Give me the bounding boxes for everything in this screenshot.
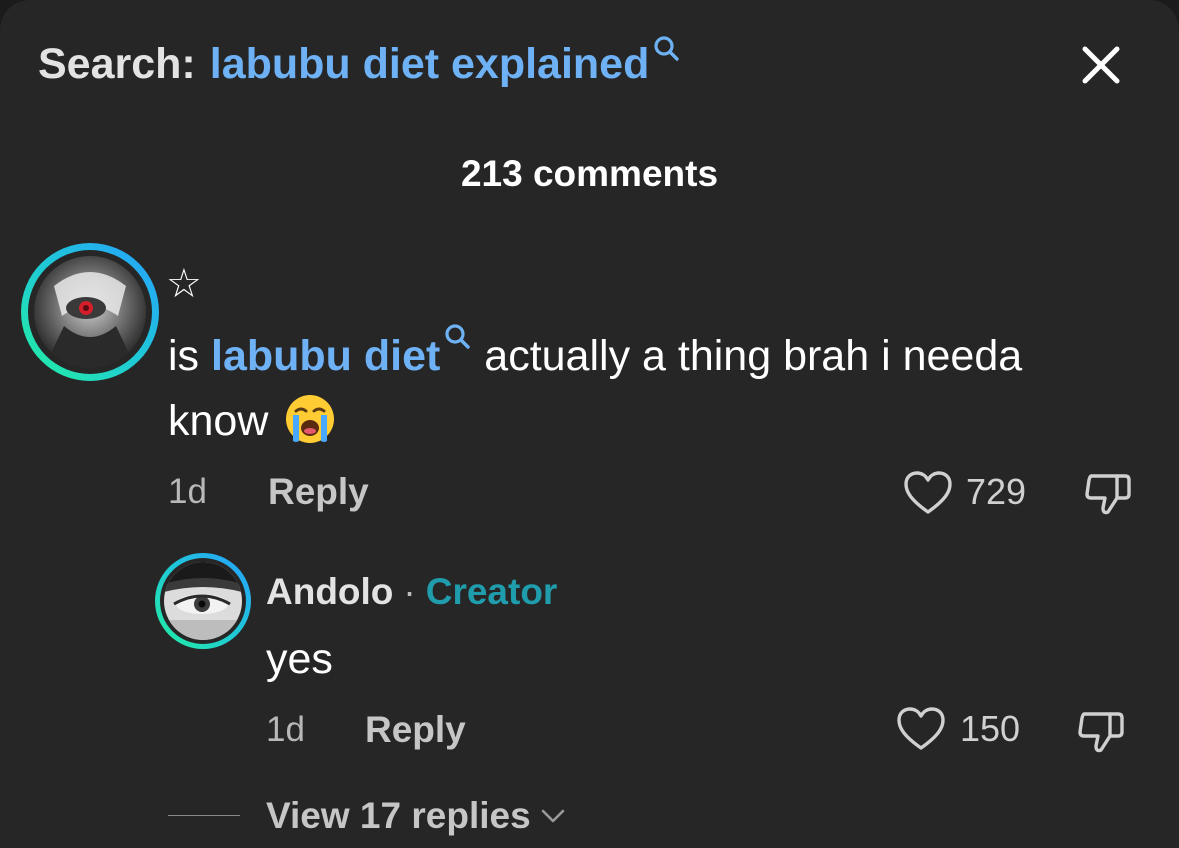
comments-count: 213 comments [460, 153, 719, 194]
dislike-icon[interactable] [1076, 706, 1126, 756]
view-replies-button[interactable]: View 17 replies [266, 794, 567, 838]
comment-username[interactable]: ☆ [166, 262, 202, 306]
comment-text-prefix: is [168, 332, 211, 380]
close-icon[interactable] [1074, 38, 1128, 92]
comment-timestamp: 1d [168, 472, 207, 511]
reply-author-name[interactable]: Andolo [266, 571, 393, 612]
reply-text: yes [266, 635, 333, 683]
creator-avatar-image [164, 562, 242, 640]
comments-sheet: Search: labubu diet explained 213 commen… [0, 0, 1179, 848]
like-count: 729 [966, 471, 1027, 512]
reply-like-count: 150 [960, 708, 1021, 749]
loudly-crying-face-icon [286, 395, 335, 443]
creator-avatar[interactable] [155, 553, 251, 649]
heart-icon[interactable] [896, 706, 946, 752]
search-icon [445, 324, 471, 349]
dislike-icon[interactable] [1083, 468, 1133, 518]
divider-line [168, 815, 240, 816]
heart-icon[interactable] [903, 470, 953, 516]
reply-author-line: Andolo · Creator [266, 570, 557, 614]
search-query-link[interactable]: labubu diet explained [210, 36, 650, 92]
separator-dot: · [403, 571, 416, 612]
comment-text-word: know [168, 397, 269, 445]
search-icon [654, 36, 680, 61]
reply-timestamp: 1d [266, 710, 305, 749]
search-header[interactable]: Search: labubu diet explained [38, 36, 681, 92]
creator-badge: Creator [425, 571, 558, 612]
comment-search-link[interactable]: labubu diet [211, 332, 440, 380]
reply-reply-button[interactable]: Reply [365, 710, 466, 750]
comment-text-line1: is labubu diet actually a thing brah i n… [168, 322, 1022, 389]
chevron-down-icon [541, 809, 564, 823]
comment-text-suffix: actually a thing brah i needa [472, 332, 1023, 380]
avatar[interactable] [21, 243, 159, 381]
search-prefix-label: Search: [38, 40, 196, 88]
reply-button[interactable]: Reply [268, 472, 369, 512]
view-replies-label: View 17 replies [266, 795, 531, 836]
comment-text-line2: know [168, 388, 336, 454]
avatar-image [34, 256, 146, 368]
